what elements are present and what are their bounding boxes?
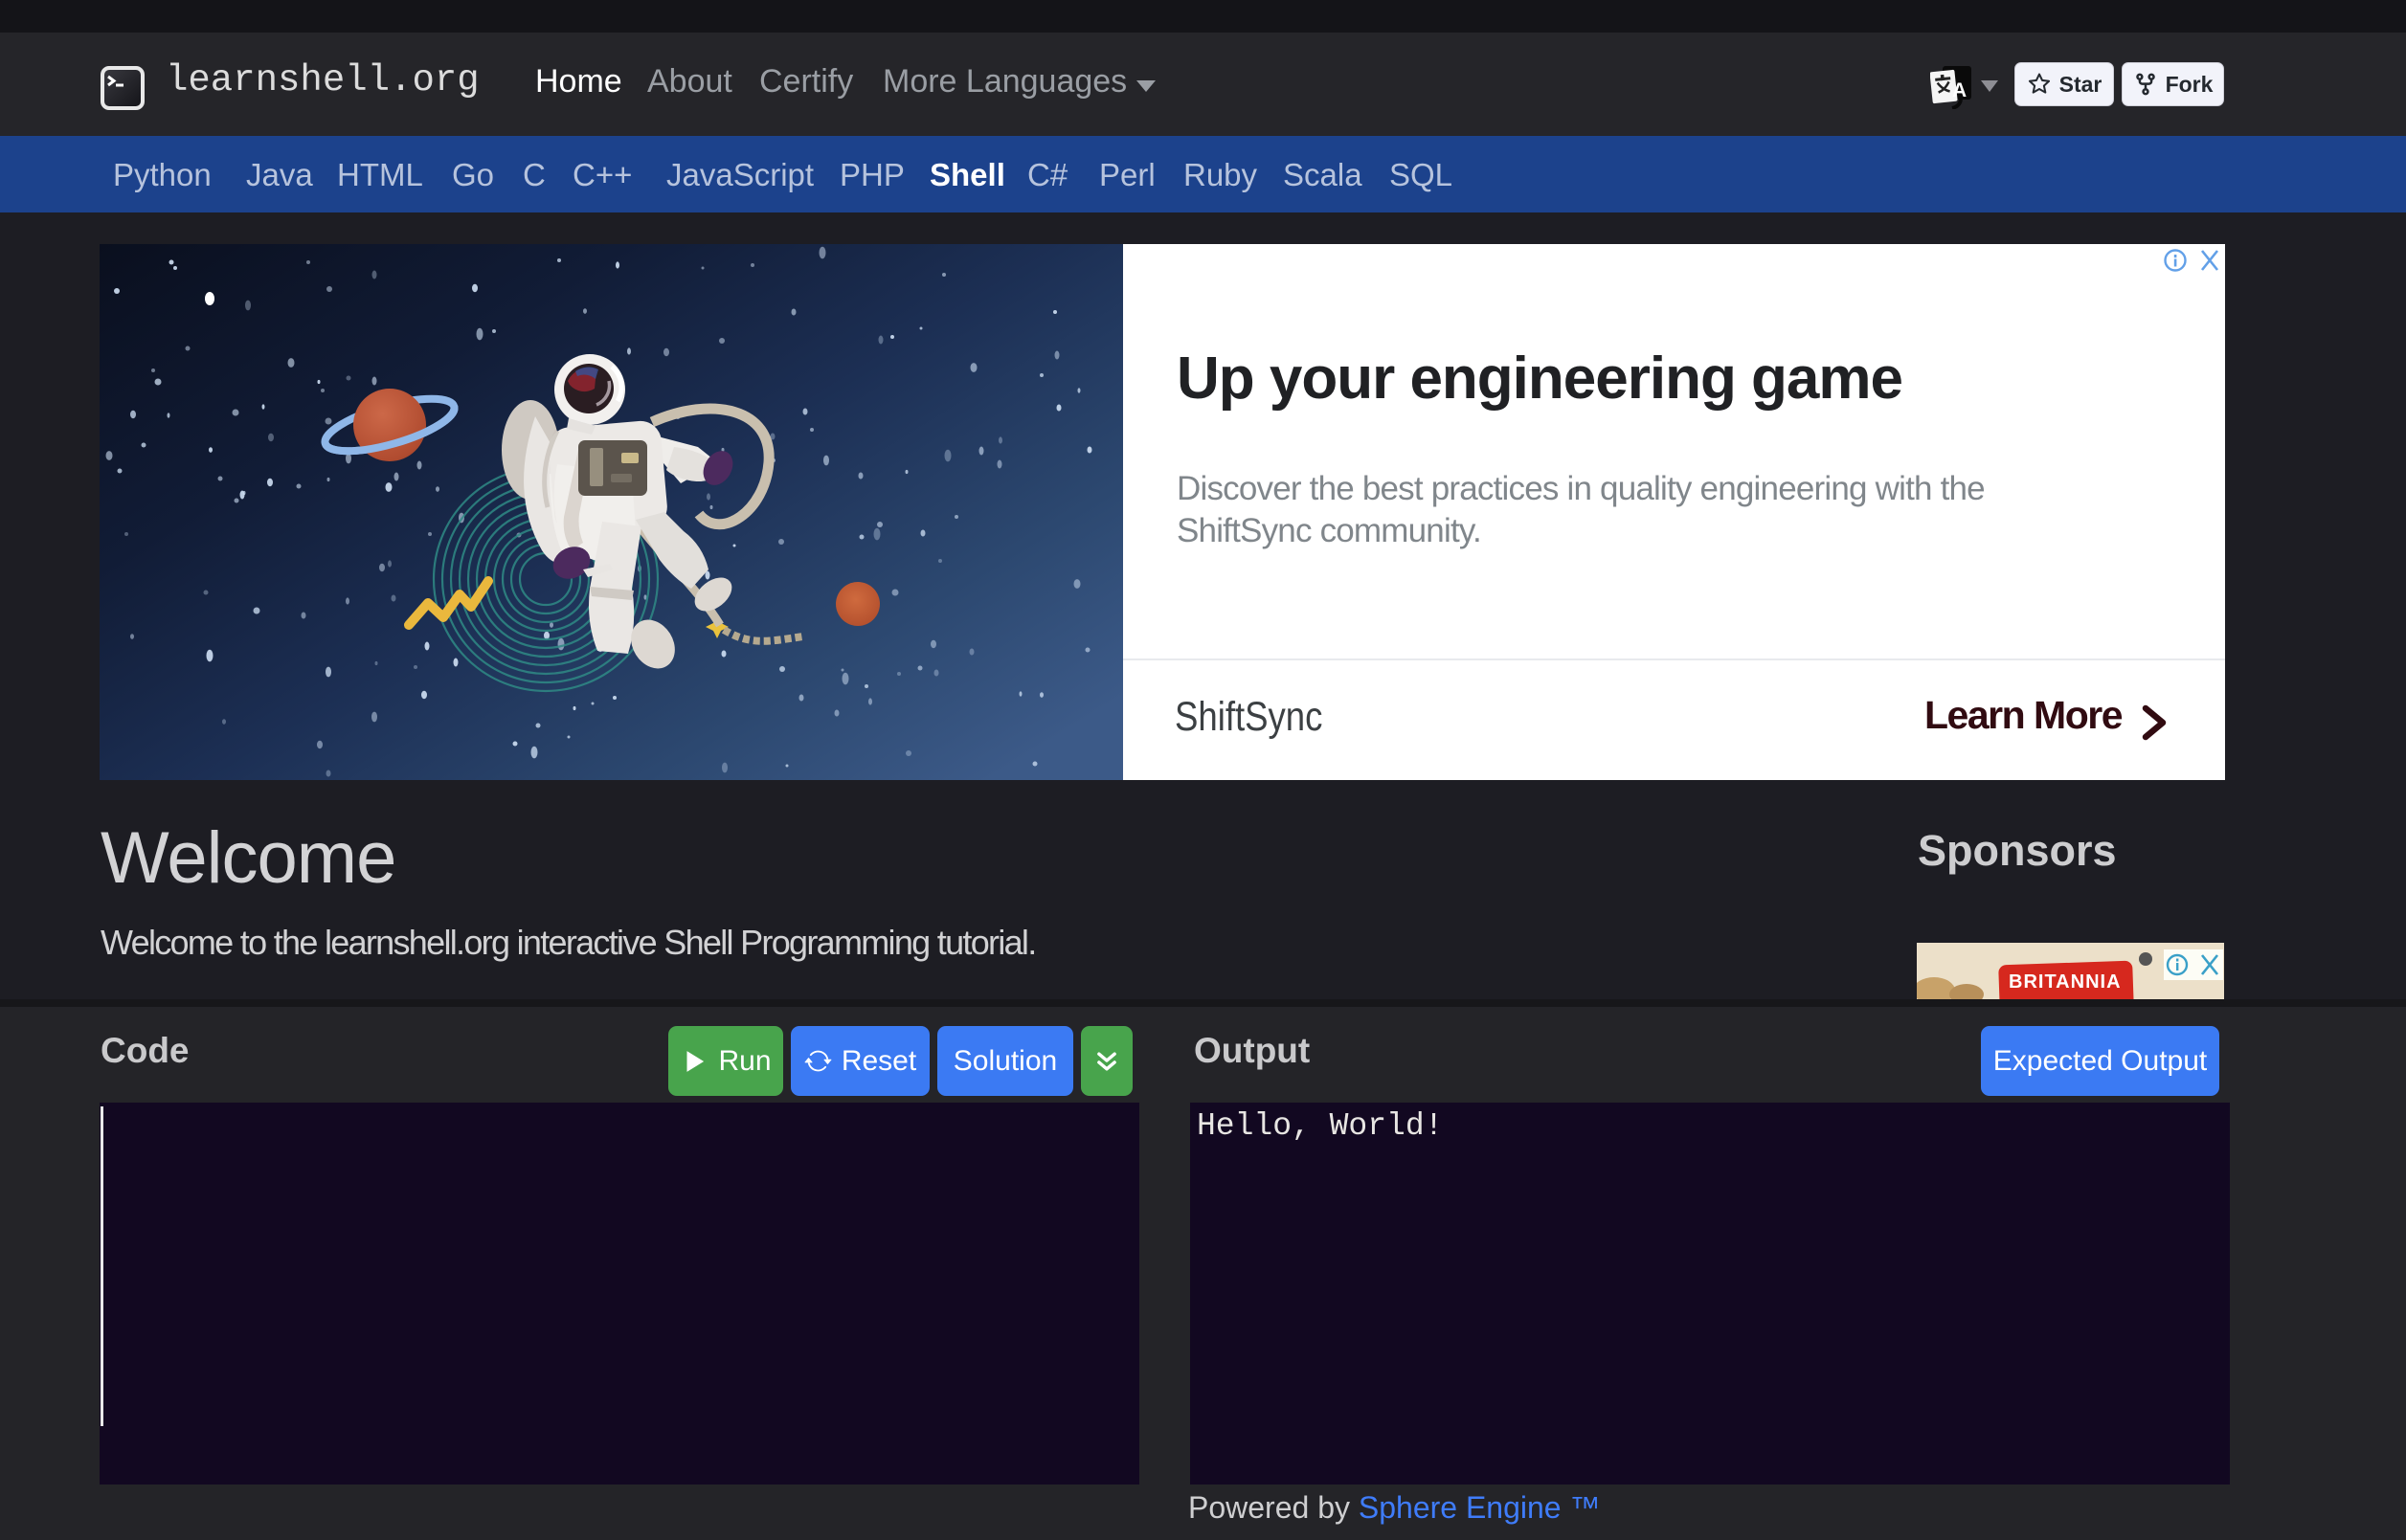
svg-text:A: A	[1952, 79, 1967, 101]
